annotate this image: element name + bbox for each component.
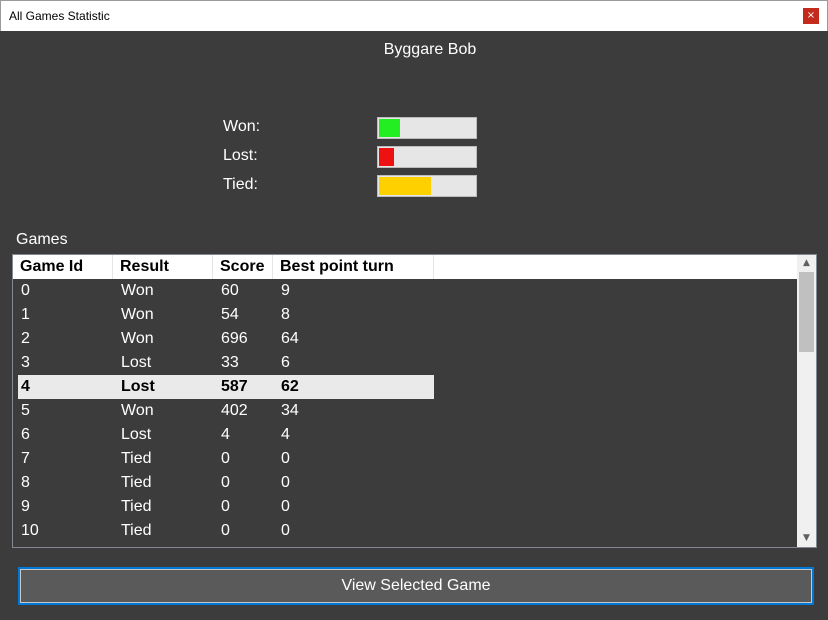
cell-game-id: 0 <box>21 282 30 299</box>
cell-best-point-turn: 6 <box>281 354 290 371</box>
view-selected-game-label: View Selected Game <box>341 577 491 594</box>
cell-result: Lost <box>121 426 152 443</box>
cell-game-id: 7 <box>21 450 30 467</box>
cell-game-id: 1 <box>21 306 30 323</box>
cell-score: 696 <box>221 330 248 347</box>
close-button[interactable]: × <box>803 8 819 24</box>
cell-result: Lost <box>121 378 155 395</box>
table-row[interactable]: 8 Tied 0 0 <box>13 471 797 495</box>
tied-label: Tied: <box>223 176 258 193</box>
table-body: 0 Won 60 9 1 Won 54 8 2 Won 696 64 3 Lost 33 6 4 Lost 587 6… <box>13 279 797 543</box>
statistics-window: All Games Statistic × Byggare Bob Won: L… <box>0 0 828 620</box>
lost-progress-fill <box>379 148 394 166</box>
table-scrollbar[interactable]: ▲ ▼ <box>797 255 816 547</box>
table-row[interactable]: 10 Tied 0 0 <box>13 519 797 543</box>
games-label: Games <box>16 231 68 248</box>
cell-score: 0 <box>221 474 230 491</box>
cell-result: Tied <box>121 498 152 515</box>
cell-game-id: 5 <box>21 402 30 419</box>
table-row[interactable]: 1 Won 54 8 <box>13 303 797 327</box>
close-icon: × <box>806 10 816 21</box>
column-header-game-id[interactable]: Game Id <box>13 255 113 279</box>
cell-game-id: 6 <box>21 426 30 443</box>
player-name: Byggare Bob <box>383 41 477 58</box>
cell-result: Lost <box>121 354 152 371</box>
chevron-down-icon[interactable]: ▼ <box>797 530 816 547</box>
lost-label: Lost: <box>223 147 258 164</box>
column-header-score[interactable]: Score <box>213 255 273 279</box>
cell-result: Won <box>121 282 154 299</box>
column-header-result[interactable]: Result <box>113 255 213 279</box>
table-row[interactable]: 3 Lost 33 6 <box>13 351 797 375</box>
cell-best-point-turn: 64 <box>281 330 299 347</box>
cell-game-id: 9 <box>21 498 30 515</box>
cell-best-point-turn: 0 <box>281 450 290 467</box>
table-header: Game Id Result Score Best point turn <box>13 255 797 279</box>
cell-best-point-turn: 0 <box>281 522 290 539</box>
cell-game-id: 2 <box>21 330 30 347</box>
games-table[interactable]: Game Id Result Score Best point turn 0 Wo… <box>12 254 817 548</box>
cell-score: 0 <box>221 522 230 539</box>
view-selected-game-button[interactable]: View Selected Game <box>18 567 814 605</box>
cell-game-id: 4 <box>21 378 30 395</box>
chevron-up-icon[interactable]: ▲ <box>797 255 816 272</box>
tied-progress-fill <box>379 177 431 195</box>
cell-best-point-turn: 0 <box>281 498 290 515</box>
cell-best-point-turn: 9 <box>281 282 290 299</box>
cell-game-id: 10 <box>21 522 39 539</box>
cell-score: 402 <box>221 402 248 419</box>
cell-best-point-turn: 34 <box>281 402 299 419</box>
cell-result: Won <box>121 402 154 419</box>
table-row[interactable]: 5 Won 402 34 <box>13 399 797 423</box>
cell-best-point-turn: 8 <box>281 306 290 323</box>
cell-result: Tied <box>121 450 152 467</box>
cell-best-point-turn: 62 <box>281 378 299 395</box>
table-row[interactable]: 2 Won 696 64 <box>13 327 797 351</box>
window-title: All Games Statistic <box>9 9 110 23</box>
cell-result: Won <box>121 306 154 323</box>
cell-score: 0 <box>221 450 230 467</box>
cell-game-id: 8 <box>21 474 30 491</box>
won-progress-fill <box>379 119 400 137</box>
cell-score: 587 <box>221 378 248 395</box>
cell-game-id: 3 <box>21 354 30 371</box>
cell-score: 60 <box>221 282 239 299</box>
cell-best-point-turn: 0 <box>281 474 290 491</box>
lost-progress-bar <box>377 146 477 168</box>
cell-result: Won <box>121 330 154 347</box>
cell-score: 4 <box>221 426 230 443</box>
cell-score: 54 <box>221 306 239 323</box>
column-header-best-point-turn[interactable]: Best point turn <box>273 255 434 279</box>
title-bar: All Games Statistic × <box>0 0 828 31</box>
won-progress-bar <box>377 117 477 139</box>
table-row[interactable]: 6 Lost 4 4 <box>13 423 797 447</box>
table-row[interactable]: 0 Won 60 9 <box>13 279 797 303</box>
table-row[interactable]: 9 Tied 0 0 <box>13 495 797 519</box>
cell-score: 0 <box>221 498 230 515</box>
won-label: Won: <box>223 118 261 135</box>
tied-progress-bar <box>377 175 477 197</box>
scroll-thumb[interactable] <box>799 272 814 352</box>
cell-score: 33 <box>221 354 239 371</box>
cell-result: Tied <box>121 474 152 491</box>
table-row[interactable]: 7 Tied 0 0 <box>13 447 797 471</box>
cell-result: Tied <box>121 522 152 539</box>
cell-best-point-turn: 4 <box>281 426 290 443</box>
table-row[interactable]: 4 Lost 587 62 <box>13 375 797 399</box>
